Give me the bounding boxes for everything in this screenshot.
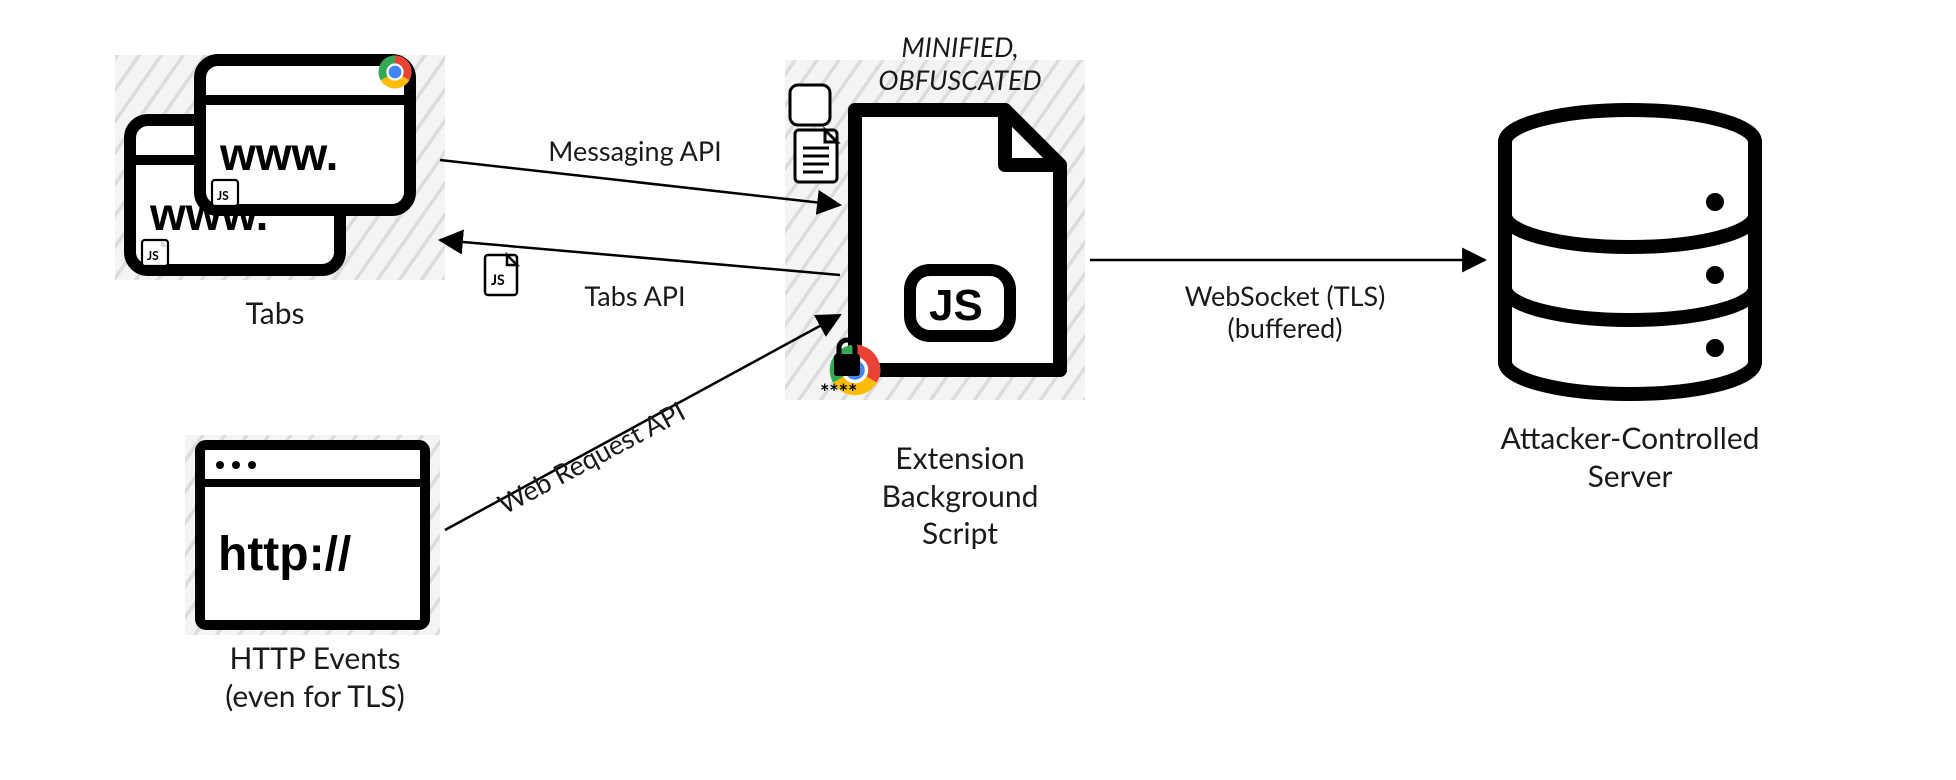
server-node <box>1505 110 1755 394</box>
tabs-window-back-text: www. <box>149 188 268 240</box>
http-window-text: http:// <box>218 528 351 581</box>
svg-text:JS: JS <box>217 188 229 203</box>
js-file-icon: JS <box>485 255 517 295</box>
tabs-node: www. JS www. JS <box>115 55 445 280</box>
ext-script-node: JS <box>785 60 1085 400</box>
ext-script-annotation: MINIFIED, OBFUSCATED <box>830 30 1090 96</box>
server-label: Attacker-Controlled Server <box>1470 420 1790 495</box>
lock-pwd-text: **** <box>820 378 857 405</box>
tabs-label: Tabs <box>200 295 350 333</box>
messaging-api-label: Messaging API <box>525 135 745 167</box>
http-events-node: http:// <box>185 435 440 635</box>
ext-script-label: Extension Background Script <box>830 440 1090 553</box>
websocket-label: WebSocket (TLS) (buffered) <box>1140 280 1430 345</box>
document-icon <box>790 85 830 125</box>
ext-script-badge: JS <box>929 281 983 330</box>
lock-icon <box>834 340 860 376</box>
tabs-window-front-text: www. <box>219 128 338 180</box>
js-file-icon-text: JS <box>491 271 505 288</box>
page-lines-icon <box>795 130 837 182</box>
tabs-api-label: Tabs API <box>555 280 715 312</box>
svg-text:JS: JS <box>147 248 159 263</box>
web-request-api-label: Web Request API <box>492 395 690 521</box>
http-events-label: HTTP Events (even for TLS) <box>185 640 445 715</box>
diagram-canvas: www. JS www. JS <box>0 0 1956 780</box>
edge-tabs-api <box>440 240 840 275</box>
